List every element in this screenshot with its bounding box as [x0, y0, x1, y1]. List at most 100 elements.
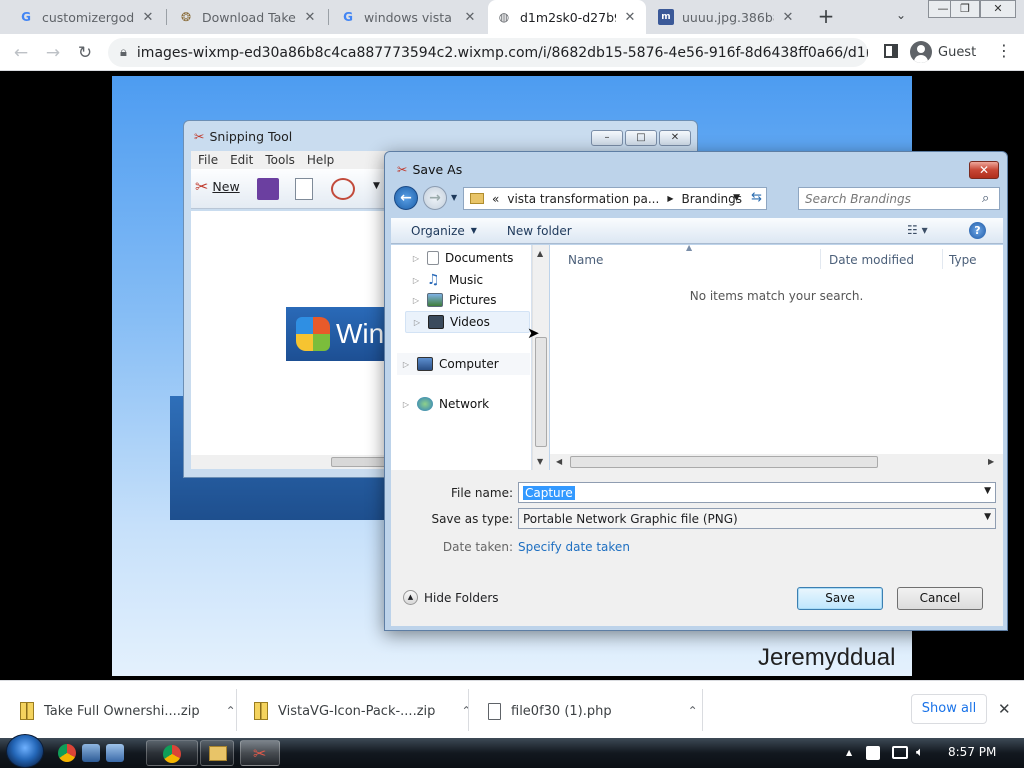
close-window-button[interactable]: ✕ [980, 0, 1016, 18]
file-list-scrollbar[interactable]: ◀ ▶ [550, 454, 1003, 470]
close-icon[interactable]: ✕ [140, 10, 156, 25]
desktop-icon[interactable] [82, 744, 100, 762]
close-downloads-icon[interactable]: ✕ [998, 700, 1011, 718]
cancel-button[interactable]: Cancel [897, 587, 983, 610]
breadcrumb-parent[interactable]: vista transformation pa... [507, 192, 659, 206]
tab-active-image[interactable]: ◍ d1m2sk0-d27b98 ✕ [488, 0, 646, 34]
new-tab-button[interactable]: + [814, 6, 838, 28]
chevron-down-icon[interactable]: ▼ [984, 486, 991, 496]
scroll-left-icon[interactable]: ◀ [556, 457, 562, 466]
expand-arrow-icon[interactable]: ▷ [411, 276, 421, 285]
copy-icon[interactable] [295, 178, 313, 200]
breadcrumb[interactable]: « vista transformation pa... ▶ Brandings… [463, 187, 767, 210]
action-center-icon[interactable] [866, 746, 880, 760]
close-icon[interactable]: ✕ [462, 10, 478, 25]
tree-item-music[interactable]: ▷ ♫ Music [411, 272, 483, 288]
start-orb[interactable] [6, 734, 44, 768]
volume-muted-icon[interactable]: 🔈︎ [916, 745, 924, 760]
close-icon[interactable]: ✕ [302, 10, 318, 25]
expand-arrow-icon[interactable]: ▷ [412, 318, 422, 327]
tab-customizergod[interactable]: G customizergod - C ✕ [10, 0, 164, 34]
profile-button[interactable]: Guest [910, 39, 976, 65]
organize-button[interactable]: Organize ▼ [411, 224, 477, 238]
forward-button[interactable]: → [40, 40, 66, 66]
download-item[interactable]: VistaVG-Icon-Pack-....zip ⌃ [254, 699, 471, 723]
tray-expand-icon[interactable]: ▲ [846, 748, 852, 757]
address-bar[interactable]: 🔒︎ images-wixmp-ed30a86b8c4ca887773594c2… [108, 38, 868, 67]
scroll-up-icon[interactable]: ▲ [537, 249, 543, 258]
help-icon[interactable]: ? [969, 222, 986, 239]
snip-close-button[interactable]: ✕ [659, 130, 691, 146]
tab-windows-vista[interactable]: G windows vista bra ✕ [332, 0, 486, 34]
save-type-select[interactable]: Portable Network Graphic file (PNG) ▼ [518, 508, 996, 529]
specify-date-link[interactable]: Specify date taken [518, 540, 630, 554]
snip-scroll-thumb[interactable] [331, 457, 391, 467]
chevron-down-icon[interactable]: ▼ [984, 512, 991, 522]
new-snip-button[interactable]: ✂ New [195, 177, 240, 196]
tab-uuuu-jpg[interactable]: m uuuu.jpg.386b8e4 ✕ [650, 0, 804, 34]
expand-arrow-icon[interactable]: ▷ [401, 360, 411, 369]
column-name[interactable]: Name [568, 253, 603, 267]
save-button[interactable]: Save [797, 587, 883, 610]
chevron-up-icon[interactable]: ⌃ [461, 704, 471, 718]
snip-maximize-button[interactable]: □ [625, 130, 657, 146]
clock[interactable]: 8:57 PM [948, 745, 996, 759]
close-icon[interactable]: ✕ [780, 10, 796, 25]
hide-folders-button[interactable]: ▲ Hide Folders [403, 590, 499, 605]
switch-windows-icon[interactable] [106, 744, 124, 762]
expand-arrow-icon[interactable]: ▷ [411, 296, 421, 305]
maximize-button[interactable]: ❐ [950, 0, 980, 18]
menu-edit[interactable]: Edit [230, 153, 253, 167]
taskbar-snipping-button[interactable]: ✂ [240, 740, 280, 766]
column-date-modified[interactable]: Date modified [829, 253, 914, 267]
search-icon[interactable]: ⌕ [982, 191, 989, 206]
chrome-icon[interactable] [58, 744, 76, 762]
views-icon[interactable]: ☷ ▾ [907, 223, 928, 237]
dialog-close-button[interactable]: ✕ [969, 161, 999, 179]
tree-item-computer[interactable]: ▷ Computer [397, 353, 530, 375]
file-scroll-thumb[interactable] [570, 456, 878, 468]
search-input[interactable]: Search Brandings [798, 187, 1000, 210]
send-snip-icon[interactable] [331, 178, 355, 200]
network-tray-icon[interactable] [892, 746, 908, 759]
menu-icon[interactable]: ⋮ [996, 42, 1012, 60]
forward-arrow-icon[interactable]: → [423, 186, 447, 210]
taskbar-explorer-button[interactable] [200, 740, 234, 766]
expand-arrow-icon[interactable]: ▷ [411, 254, 421, 263]
download-item[interactable]: Take Full Ownershi....zip ⌃ [20, 699, 236, 723]
scroll-down-icon[interactable]: ▼ [537, 457, 543, 466]
tree-item-videos[interactable]: ▷ Videos [405, 311, 530, 333]
refresh-icon[interactable]: ⇆ [751, 190, 762, 205]
download-item[interactable]: file0f30 (1).php ⌃ [488, 699, 698, 723]
side-panel-icon[interactable] [884, 44, 898, 58]
tree-item-pictures[interactable]: ▷ Pictures [411, 293, 497, 307]
menu-file[interactable]: File [198, 153, 218, 167]
tab-download-take[interactable]: ❂ Download Take Fu ✕ [170, 0, 326, 34]
menu-tools[interactable]: Tools [265, 153, 295, 167]
save-snip-icon[interactable] [257, 178, 279, 200]
reload-button[interactable]: ↻ [72, 40, 98, 66]
breadcrumb-dropdown-icon[interactable]: ▼ [733, 193, 740, 203]
taskbar-chrome-button[interactable] [146, 740, 198, 766]
back-button[interactable]: ← [8, 40, 34, 66]
nav-scroll-thumb[interactable] [535, 337, 547, 447]
tree-item-network[interactable]: ▷ Network [401, 397, 489, 411]
back-arrow-icon[interactable]: ← [394, 186, 418, 210]
chevron-up-icon[interactable]: ⌃ [688, 704, 698, 718]
column-type[interactable]: Type [949, 253, 977, 267]
file-name-input[interactable]: Capture ▼ [518, 482, 996, 503]
new-folder-button[interactable]: New folder [507, 224, 572, 238]
show-all-button[interactable]: Show all [911, 694, 987, 724]
tree-item-documents[interactable]: ▷ Documents [411, 251, 513, 265]
navigation-scrollbar[interactable]: ▲ ▼ [532, 245, 549, 470]
breadcrumb-overflow[interactable]: « [492, 192, 499, 206]
close-icon[interactable]: ✕ [622, 10, 638, 25]
recent-pages-icon[interactable]: ▼ [451, 193, 457, 202]
snip-minimize-button[interactable]: – [591, 130, 623, 146]
expand-arrow-icon[interactable]: ▷ [401, 400, 411, 409]
chevron-up-icon[interactable]: ⌃ [226, 704, 236, 718]
menu-help[interactable]: Help [307, 153, 334, 167]
dropdown-arrow-icon[interactable]: ▼ [373, 181, 380, 191]
scroll-right-icon[interactable]: ▶ [988, 457, 994, 466]
tab-search-chevron-icon[interactable]: ⌄ [896, 8, 906, 22]
